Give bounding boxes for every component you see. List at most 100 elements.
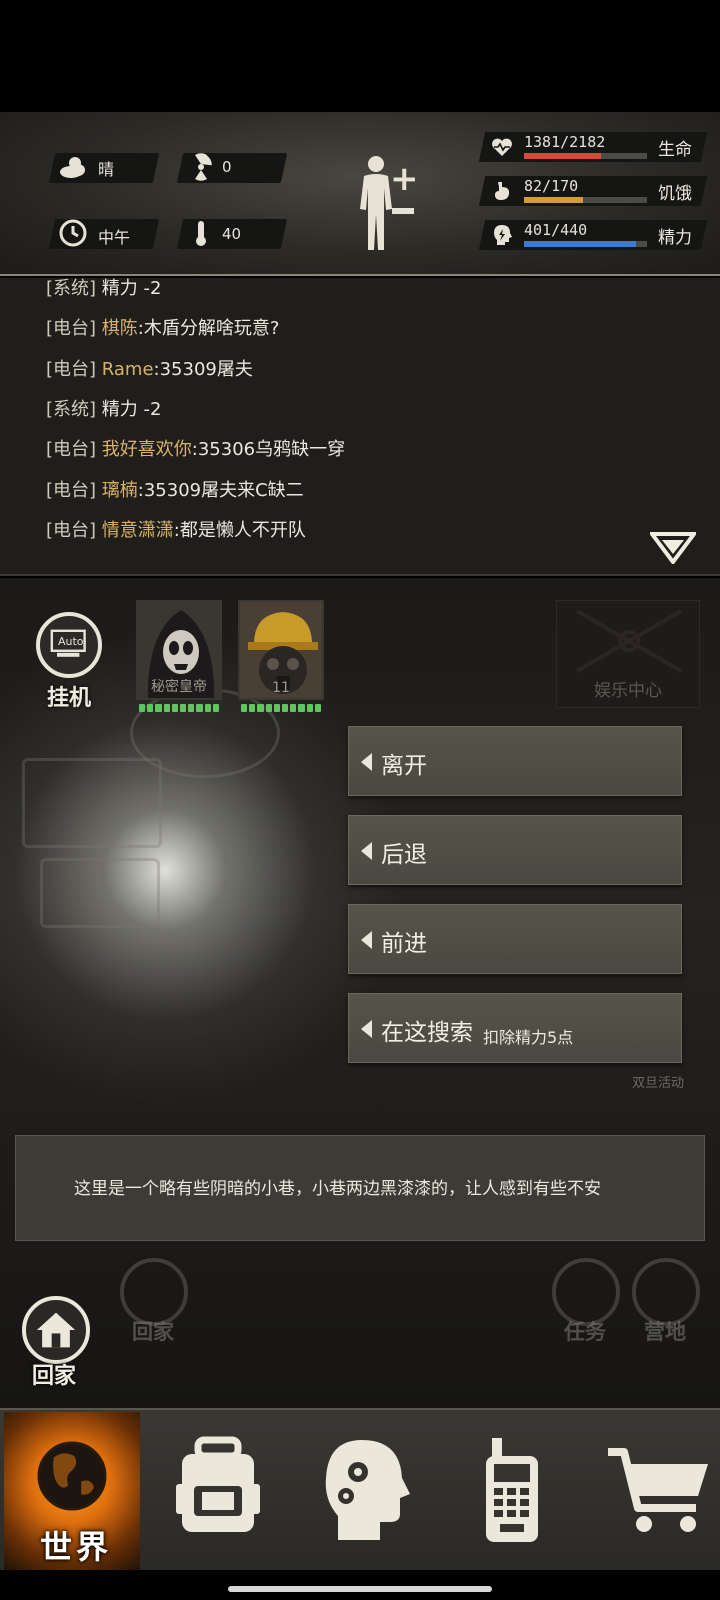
chat-sender[interactable]: Rame (102, 359, 154, 380)
party-member-name: 秘密皇帝 (151, 679, 207, 695)
action-cost: 扣除精力5点 (483, 1028, 574, 1047)
advance-button[interactable]: 前进 (348, 904, 682, 974)
party-member[interactable]: 11 (238, 600, 324, 720)
scene-view: Auto 挂机 秘密皇帝 11 娱乐中心 离开 后退 前进 在这搜索 扣除精力5… (0, 578, 720, 1408)
chat-tag: [系统] (46, 399, 97, 420)
background-billboard (40, 858, 160, 928)
home-faded-label: 回家 (132, 1320, 174, 1344)
skills-head-icon (325, 1440, 410, 1540)
stat-health-bar (524, 153, 647, 159)
chat-collapse-icon[interactable] (650, 532, 696, 564)
chat-line: [电台] 情意潇潇:都是懒人不开队 (46, 516, 306, 542)
arrow-left-icon (361, 753, 372, 771)
chat-message: 精力 -2 (101, 278, 162, 299)
cloud-sun-icon (60, 157, 85, 178)
weather-value: 晴 (98, 160, 115, 179)
auto-ring: Auto (36, 612, 102, 678)
retreat-button[interactable]: 后退 (348, 815, 682, 885)
nav-shop-tab[interactable] (604, 1434, 714, 1544)
chat-tag: [电台] (46, 520, 97, 541)
chat-tag: [电台] (46, 359, 97, 380)
heal-plus-icon[interactable]: + (390, 162, 419, 196)
home-indicator[interactable] (228, 1586, 492, 1592)
stat-energy-label: 精力 (658, 228, 692, 248)
nav-world-label: 世界 (40, 1528, 113, 1566)
stomach-icon (495, 182, 510, 200)
location-description: 这里是一个略有些阴暗的小巷，小巷两边黑漆漆的，让人感到有些不安 (15, 1135, 705, 1241)
thermometer-icon (196, 221, 206, 246)
globe-icon (37, 1441, 107, 1511)
party-hp-bar (238, 704, 324, 712)
chat-message: 精力 -2 (101, 399, 162, 420)
task-label: 任务 (564, 1320, 606, 1344)
chat-line: [电台] 棋陈:木盾分解啥玩意? (46, 314, 279, 340)
chat-sender[interactable]: 我好喜欢你 (102, 439, 192, 460)
action-label: 在这搜索 (381, 1020, 473, 1046)
nav-world-tab[interactable]: 世界 (4, 1412, 140, 1570)
clock-icon (59, 219, 87, 247)
chat-log[interactable]: [系统] 精力 -2 [电台] 棋陈:木盾分解啥玩意? [电台] Rame:35… (0, 278, 720, 576)
arrow-left-icon (361, 842, 372, 860)
auto-idle-label: 挂机 (46, 686, 91, 711)
party-hp-bar (136, 704, 222, 712)
radiation-value: 0 (222, 158, 232, 176)
chat-message: :35306乌鸦缺一穿 (191, 439, 346, 460)
chat-tag: [电台] (46, 318, 97, 339)
search-here-button[interactable]: 在这搜索 扣除精力5点 (348, 993, 682, 1063)
action-label: 前进 (381, 931, 427, 957)
action-label: 离开 (381, 753, 427, 779)
chat-message: :35309屠夫来C缺二 (137, 480, 304, 501)
home-label: 回家 (32, 1364, 77, 1389)
home-button[interactable] (22, 1296, 90, 1364)
stat-hunger-value: 82/170 (524, 177, 579, 195)
leave-button[interactable]: 离开 (348, 726, 682, 796)
house-icon (36, 1312, 76, 1348)
stat-health-label: 生命 (658, 140, 692, 160)
chat-message: :都是懒人不开队 (173, 520, 306, 541)
stat-energy: 401/440 精力 (478, 220, 708, 250)
description-text: 这里是一个略有些阴暗的小巷，小巷两边黑漆漆的，让人感到有些不安 (74, 1179, 601, 1199)
chat-line: [电台] Rame:35309屠夫 (46, 355, 253, 381)
camp-label: 营地 (644, 1320, 686, 1344)
chat-tag: [电台] (46, 480, 97, 501)
arrow-left-icon (361, 931, 372, 949)
stat-energy-bar (524, 241, 647, 247)
chat-sender[interactable]: 情意潇潇 (102, 520, 174, 541)
radio-icon (486, 1438, 538, 1542)
event-side-label[interactable]: 双旦活动 (632, 1072, 684, 1091)
status-panel: 晴 0 中午 40 + 1381/2182 生命 82/170 饥饿 401/4… (0, 112, 720, 276)
time-value: 中午 (98, 228, 131, 247)
backpack-icon (176, 1436, 260, 1532)
heart-icon (492, 138, 512, 156)
chat-tag: [电台] (46, 439, 97, 460)
stat-hunger: 82/170 饥饿 (478, 176, 708, 206)
chat-line: [电台] 我好喜欢你:35306乌鸦缺一穿 (46, 435, 345, 461)
nav-skills-tab[interactable] (316, 1434, 416, 1544)
stat-energy-value: 401/440 (524, 221, 588, 239)
chat-sender[interactable]: 璃楠 (102, 480, 138, 501)
chat-tag: [系统] (46, 278, 97, 299)
chat-line: [系统] 精力 -2 (46, 278, 161, 300)
cart-icon (608, 1448, 708, 1532)
fun-center-button[interactable]: 娱乐中心 (556, 600, 700, 708)
party-member[interactable]: 秘密皇帝 (136, 600, 222, 720)
action-label: 后退 (381, 842, 427, 868)
bottom-nav: 世界 (0, 1408, 720, 1570)
background-billboard (22, 758, 162, 848)
stat-hunger-bar (524, 197, 647, 203)
head-energy-icon (494, 225, 512, 245)
arrow-left-icon (361, 1020, 372, 1038)
party-member-name: 11 (272, 680, 290, 696)
nav-backpack-tab[interactable] (168, 1434, 268, 1544)
fun-center-label: 娱乐中心 (594, 681, 662, 701)
chat-line: [系统] 精力 -2 (46, 395, 161, 421)
stat-health-value: 1381/2182 (524, 133, 606, 151)
auto-idle-button[interactable]: Auto 挂机 (34, 612, 104, 712)
nav-radio-tab[interactable] (462, 1434, 562, 1544)
chat-sender[interactable]: 棋陈 (102, 318, 138, 339)
party-portrait: 秘密皇帝 (136, 600, 222, 700)
chat-message: :35309屠夫 (153, 359, 253, 380)
damage-minus-icon[interactable] (392, 208, 414, 214)
auto-icon-text: Auto (58, 635, 84, 648)
radiation-icon (195, 153, 212, 181)
